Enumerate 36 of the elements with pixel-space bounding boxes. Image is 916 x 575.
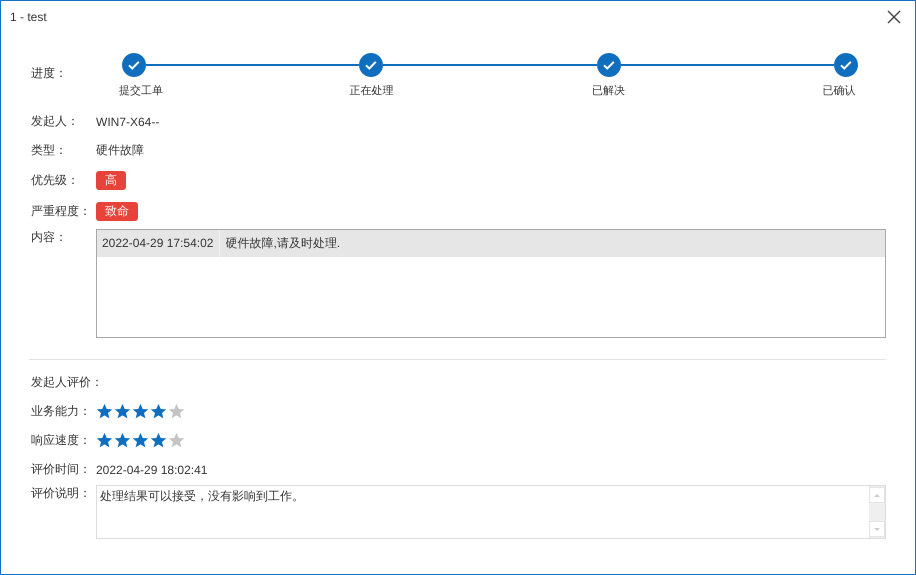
section-heading: 发起人评价： [31,374,103,391]
scroll-up-icon[interactable] [869,487,885,503]
severity-tag: 高 [96,171,126,190]
field-label: 评价说明： [31,485,92,502]
filled-star-icon [132,403,149,420]
field-label: 类型： [31,142,68,159]
filled-star-icon [114,432,131,449]
filled-star-icon [150,432,167,449]
comment-field[interactable]: 处理结果可以接受，没有影响到工作。 [96,485,886,539]
filled-star-icon [96,403,113,420]
field-label: 业务能力： [31,403,92,420]
step-label: 已确认 [821,84,856,98]
table-cell: 2022-04-29 17:54:02 [97,230,220,257]
table-cell-text: 硬件故障,请及时处理. [224,235,342,252]
scroll-down-icon[interactable] [869,521,885,537]
severity-tag: 致命 [96,202,138,221]
step-label: 正在处理 [348,84,394,98]
field-label: 发起人： [31,113,80,130]
filled-star-icon [150,403,167,420]
field-value: WIN7-X64-- [96,114,160,128]
scrollbar[interactable] [869,486,885,538]
filled-star-icon [114,403,131,420]
step-label: 提交工单 [118,84,164,98]
window-title: 1 - test [10,10,47,24]
field-label: 严重程度： [31,203,92,220]
field-label: 进度： [31,65,68,82]
filled-star-icon [132,432,149,449]
field-label: 响应速度： [31,432,92,449]
field-label: 评价时间： [31,461,92,478]
step-label: 已解决 [591,84,626,98]
field-label: 内容： [31,229,68,246]
close-icon[interactable] [887,10,901,24]
field-value: 2022-04-29 18:02:41 [96,462,208,476]
filled-star-icon [96,432,113,449]
field-value: 硬件故障 [96,142,144,159]
field-label: 优先级： [31,172,80,189]
